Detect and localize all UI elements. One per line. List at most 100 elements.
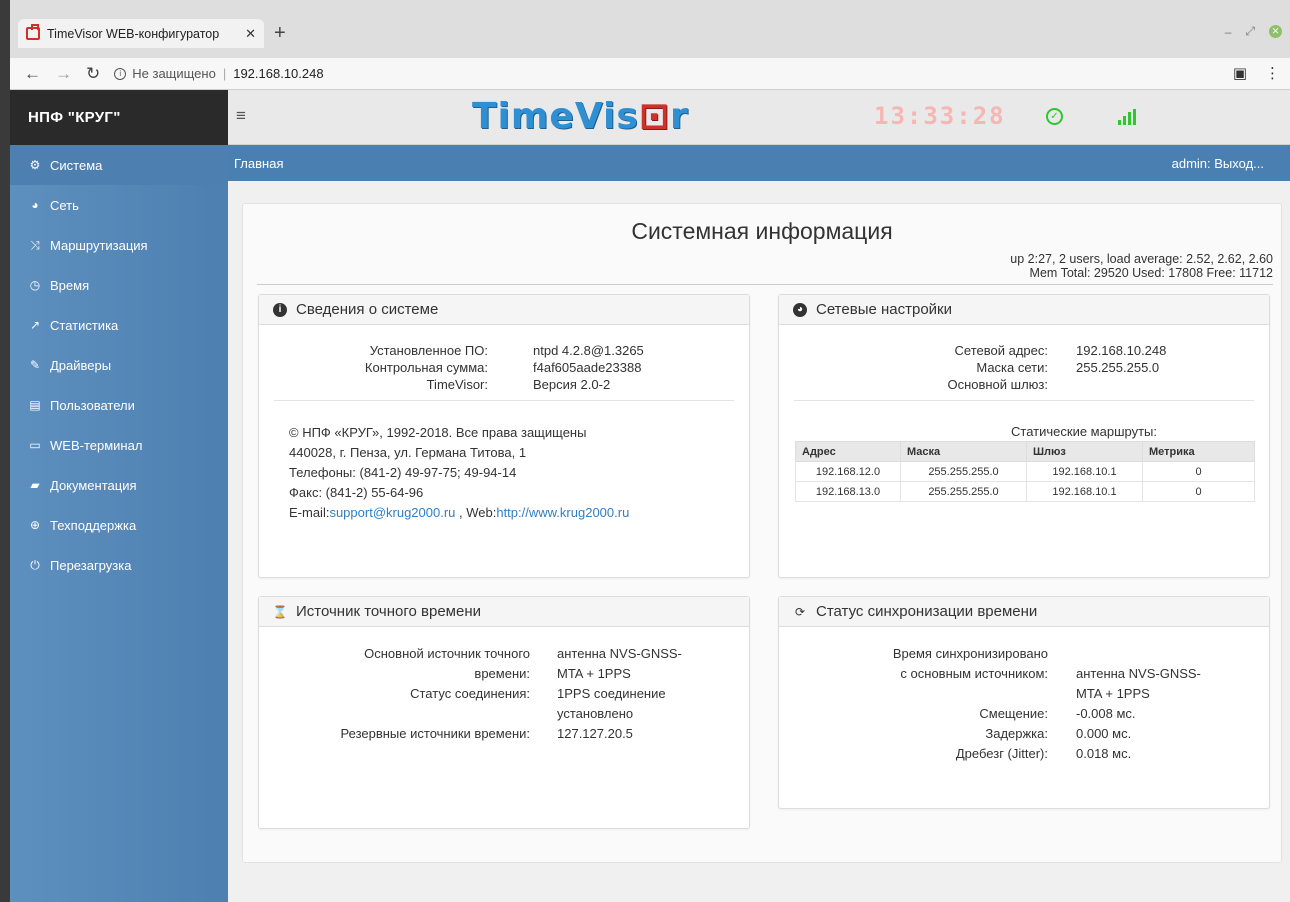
sidebar-item-web-terminal[interactable]: ▭ WEB-терминал xyxy=(10,425,228,465)
sync-source-value-line1: антенна NVS-GNSS- xyxy=(1076,666,1201,681)
panel-title: Источник точного времени xyxy=(296,603,481,620)
table-cell: 192.168.10.1 xyxy=(1026,481,1143,502)
email-link[interactable]: support@krug2000.ru xyxy=(329,505,455,520)
system-info-panel: i Сведения о системе Установленное ПО: n… xyxy=(258,294,750,578)
timevisor-version-label: TimeVisor: xyxy=(426,377,488,392)
url-field[interactable]: 192.168.10.248 xyxy=(233,66,323,81)
browser-tab-strip: TimeVisor WEB-конфигуратор ✕ + – ⤢ ✕ xyxy=(0,0,1290,58)
new-tab-button[interactable]: + xyxy=(274,22,286,45)
backup-sources-label: Резервные источники времени: xyxy=(340,726,530,741)
panel-title: Статус синхронизации времени xyxy=(816,603,1038,620)
sidebar-item-statistics[interactable]: ↗ Статистика xyxy=(10,305,228,345)
checksum-value: f4af605aade23388 xyxy=(533,360,642,375)
sidebar-item-documentation[interactable]: ▰ Документация xyxy=(10,465,228,505)
sidebar-item-label: Пользователи xyxy=(50,397,135,413)
extension-clipboard-icon[interactable]: ▣ xyxy=(1233,64,1247,82)
table-header-row: Адрес Маска Шлюз Метрика xyxy=(795,441,1255,462)
sidebar-item-network[interactable]: ◕ Сеть xyxy=(10,185,228,225)
digital-clock: 13:33:28 xyxy=(874,102,1006,130)
breadcrumb-bar: Главная admin: Выход... xyxy=(228,145,1290,181)
connection-status-value-line1: 1PPS соединение xyxy=(557,686,666,701)
brand-title[interactable]: НПФ "КРУГ" xyxy=(10,90,228,145)
forward-arrow-icon[interactable]: → xyxy=(55,64,72,84)
laptop-icon: ▭ xyxy=(29,438,41,452)
site-info-icon[interactable]: i xyxy=(114,67,127,80)
offset-value: -0.008 мс. xyxy=(1076,706,1136,721)
info-circle-icon: i xyxy=(273,302,287,317)
top-bar: ≡ TimeVis⊡r 13:33:28 ✓ xyxy=(228,90,1290,145)
table-cell: 0 xyxy=(1142,481,1255,502)
copyright-text: © НПФ «КРУГ», 1992-2018. Все права защищ… xyxy=(289,425,587,440)
sidebar-item-drivers[interactable]: ✎ Драйверы xyxy=(10,345,228,385)
sidebar-item-time[interactable]: ◷ Время xyxy=(10,265,228,305)
sidebar-item-system[interactable]: ⚙ Система xyxy=(10,145,228,185)
panel-title: Сетевые настройки xyxy=(816,301,952,318)
globe-icon: ◕ xyxy=(31,198,39,212)
browser-tab[interactable]: TimeVisor WEB-конфигуратор ✕ xyxy=(18,19,264,48)
breadcrumb-home[interactable]: Главная xyxy=(234,156,283,171)
table-cell: 255.255.255.0 xyxy=(900,461,1027,482)
gateway-label: Основной шлюз: xyxy=(947,377,1048,392)
hamburger-menu-icon[interactable]: ≡ xyxy=(236,106,246,126)
company-contacts: © НПФ «КРУГ», 1992-2018. Все права защищ… xyxy=(289,423,629,523)
primary-source-label-line1: Основной источник точного xyxy=(364,646,530,661)
sidebar-item-support[interactable]: ⊕ Техподдержка xyxy=(10,505,228,545)
maximize-icon[interactable]: ⤢ xyxy=(1245,24,1255,39)
cogs-icon: ⚙ xyxy=(29,158,41,172)
minimize-icon[interactable]: – xyxy=(1225,25,1232,39)
book-icon: ▰ xyxy=(30,478,40,492)
sidebar-item-reboot[interactable]: ⏻ Перезагрузка xyxy=(10,545,228,585)
address-separator: | xyxy=(222,66,227,81)
backup-sources-value: 127.127.20.5 xyxy=(557,726,633,741)
logout-link[interactable]: Выход... xyxy=(1214,156,1264,171)
panel-header: ◕ Сетевые настройки xyxy=(779,295,1269,325)
sidebar-item-label: WEB-терминал xyxy=(50,437,143,453)
netmask-label: Маска сети: xyxy=(976,360,1048,375)
fax-text: Факс: (841-2) 55-64-96 xyxy=(289,485,424,500)
window-edge xyxy=(0,0,10,902)
reload-icon[interactable]: ↻ xyxy=(86,64,100,84)
back-arrow-icon[interactable]: ← xyxy=(24,64,41,84)
address-text: 440028, г. Пенза, ул. Германа Титова, 1 xyxy=(289,445,527,460)
panel-title: Сведения о системе xyxy=(296,301,439,318)
sidebar-item-label: Драйверы xyxy=(50,357,112,373)
checksum-label: Контрольная сумма: xyxy=(364,360,488,375)
window-controls: – ⤢ ✕ xyxy=(1225,24,1282,39)
uptime-line: up 2:27, 2 users, load average: 2.52, 2.… xyxy=(1010,252,1273,266)
column-header: Адрес xyxy=(795,441,901,462)
sidebar-item-label: Маршрутизация xyxy=(50,237,148,253)
timevisor-logo: TimeVis⊡r xyxy=(472,96,689,137)
jitter-value: 0.018 мс. xyxy=(1076,746,1132,761)
close-tab-icon[interactable]: ✕ xyxy=(245,26,256,42)
connection-status-label: Статус соединения: xyxy=(410,686,530,701)
primary-source-value-line2: MTA + 1PPS xyxy=(557,666,631,681)
user-logout[interactable]: admin: Выход... xyxy=(1172,156,1264,171)
sidebar-item-users[interactable]: ▤ Пользователи xyxy=(10,385,228,425)
panel-header: i Сведения о системе xyxy=(259,295,749,325)
table-cell: 192.168.12.0 xyxy=(795,461,901,482)
browser-actions: ▣ ⋮ xyxy=(1233,64,1280,82)
not-secure-label: Не защищено xyxy=(132,66,216,81)
primary-source-label-line2: времени: xyxy=(474,666,530,681)
clock-icon: ◷ xyxy=(29,278,41,292)
window-close-icon[interactable]: ✕ xyxy=(1269,25,1282,38)
main-content: Системная информация up 2:27, 2 users, l… xyxy=(242,203,1282,863)
chart-icon: ↗ xyxy=(29,318,41,332)
wrench-icon: ✎ xyxy=(29,358,41,372)
installed-software-value: ntpd 4.2.8@1.3265 xyxy=(533,343,644,358)
logo-text-prefix: TimeVis xyxy=(472,96,639,137)
table-cell: 0 xyxy=(1142,461,1255,482)
browser-menu-icon[interactable]: ⋮ xyxy=(1265,64,1280,82)
divider xyxy=(257,284,1273,285)
jitter-label: Дребезг (Jitter): xyxy=(955,746,1048,761)
table-cell: 192.168.13.0 xyxy=(795,481,901,502)
sidebar-item-routing[interactable]: ⤨ Маршрутизация xyxy=(10,225,228,265)
offset-label: Смещение: xyxy=(979,706,1048,721)
synced-label-line1: Время синхронизировано xyxy=(892,646,1048,661)
web-link[interactable]: http://www.krug2000.ru xyxy=(496,505,629,520)
timevisor-favicon-icon xyxy=(26,24,40,40)
address-bar: ← → ↻ i Не защищено | 192.168.10.248 ▣ ⋮ xyxy=(10,58,1290,90)
column-header: Шлюз xyxy=(1026,441,1143,462)
sidebar-item-label: Система xyxy=(50,157,103,173)
email-label: E-mail: xyxy=(289,505,330,520)
